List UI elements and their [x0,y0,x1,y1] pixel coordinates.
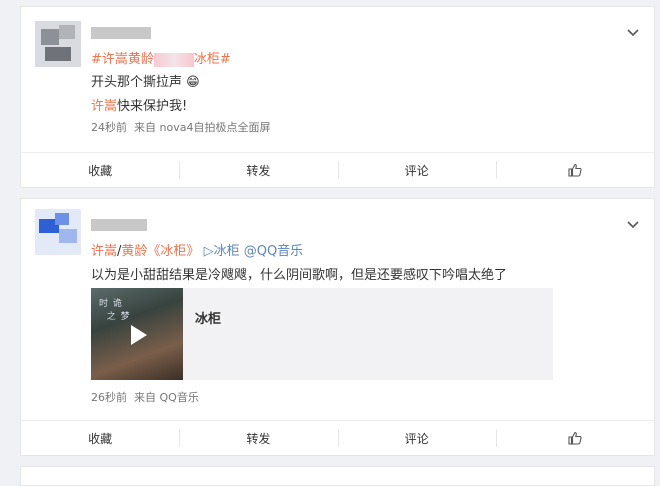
play-icon[interactable] [131,325,147,345]
favorite-button[interactable]: 收藏 [21,421,179,455]
repost-label: 转发 [246,163,271,178]
album-cover[interactable]: 时 诡 之 梦 [91,288,183,380]
post-title-line: 许嵩/黄龄《冰柜》 ▷冰柜 @QQ音乐 [91,240,303,259]
artist-link-a[interactable]: 许嵩 [91,244,117,259]
post-time[interactable]: 26秒前 [91,391,127,404]
chevron-down-icon[interactable] [626,217,640,231]
thumbs-up-icon [568,431,582,445]
post-source: 来自 QQ音乐 [134,391,199,404]
post-body-line: 以为是小甜甜结果是冷飕飕，什么阴间歌啊，但是还要感叹下吟唱太绝了 [91,264,507,283]
mention-link[interactable]: 许嵩 [91,99,117,114]
repost-label: 转发 [246,431,271,446]
post-body-line-2: 许嵩快来保护我! [91,95,187,114]
username-blurred[interactable] [91,219,147,231]
post-body-text-2: 快来保护我! [117,99,188,114]
feed-card-1: #许嵩黄龄 冰柜# 开头那个撕拉声 😁 许嵩快来保护我! 24秒前 来自 nova… [20,6,655,188]
grin-emoji-icon: 😁 [186,75,200,90]
avatar[interactable] [35,209,81,255]
favorite-button[interactable]: 收藏 [21,153,179,187]
play-song-link[interactable]: ▷冰柜 [204,244,240,259]
qq-music-mention[interactable]: @QQ音乐 [244,244,303,259]
like-button[interactable] [495,421,654,455]
post-body-line-1: 开头那个撕拉声 😁 [91,71,200,90]
music-card[interactable]: 时 诡 之 梦 冰柜 [91,288,553,380]
like-button[interactable] [495,153,654,187]
post-body-text: 开头那个撕拉声 [91,75,183,90]
feed-card-3-partial [20,466,655,486]
song-title-quoted[interactable]: 《冰柜》 [147,244,199,259]
thumbs-up-icon [568,163,582,177]
comment-button[interactable]: 评论 [337,421,496,455]
artist-link-b[interactable]: 黄龄 [121,244,147,259]
feed-card-2: 许嵩/黄龄《冰柜》 ▷冰柜 @QQ音乐 以为是小甜甜结果是冷飕飕，什么阴间歌啊，… [20,198,655,456]
post-topic-line[interactable]: #许嵩黄龄 冰柜# [91,48,231,67]
topic-blurred-segment [153,52,194,67]
chevron-down-icon[interactable] [626,25,640,39]
action-bar: 收藏 转发 评论 [21,152,654,187]
action-bar: 收藏 转发 评论 [21,420,654,455]
post-source: 来自 nova4自拍极点全面屏 [134,121,271,134]
topic-link-suffix[interactable]: 冰柜# [194,52,231,67]
repost-button[interactable]: 转发 [179,153,337,187]
avatar[interactable] [35,21,81,67]
post-body-text: 以为是小甜甜结果是冷飕飕，什么阴间歌啊，但是还要感叹下吟唱太绝了 [91,268,508,283]
repost-button[interactable]: 转发 [179,421,337,455]
username-blurred[interactable] [91,27,151,39]
comment-button[interactable]: 评论 [337,153,496,187]
post-meta: 24秒前 来自 nova4自拍极点全面屏 [91,119,270,135]
topic-link-prefix[interactable]: #许嵩黄龄 [91,52,154,67]
favorite-label: 收藏 [88,431,113,446]
favorite-label: 收藏 [88,163,113,178]
music-title[interactable]: 冰柜 [195,308,221,327]
comment-label: 评论 [404,163,429,178]
post-time[interactable]: 24秒前 [91,121,127,134]
post-meta: 26秒前 来自 QQ音乐 [91,389,199,405]
comment-label: 评论 [404,431,429,446]
cover-lettering: 时 诡 之 梦 [99,299,131,322]
